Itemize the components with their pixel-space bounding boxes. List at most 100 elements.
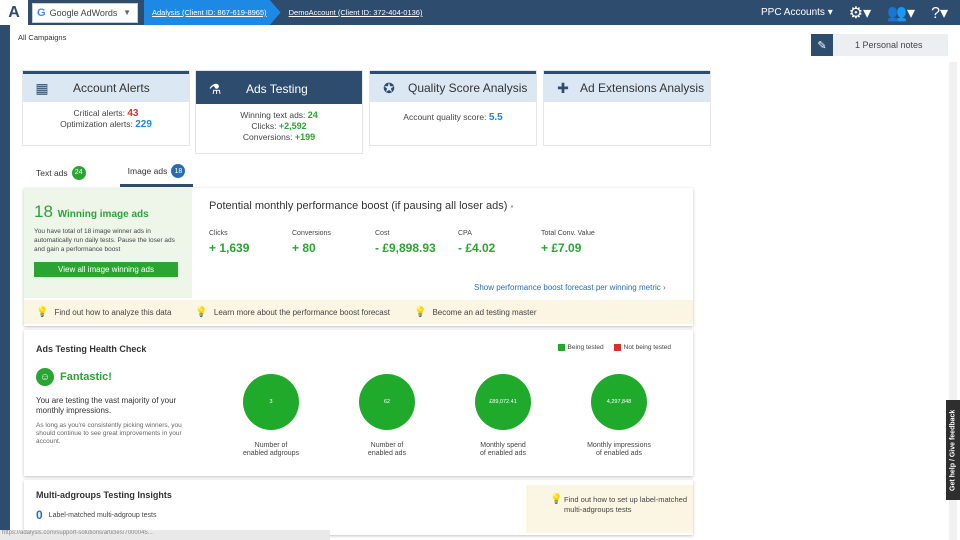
personal-notes-button[interactable]: ✎ 1 Personal notes bbox=[811, 34, 948, 56]
metric-label: Clicks bbox=[209, 230, 228, 237]
tab-image-ads[interactable]: Image ads 18 bbox=[119, 164, 194, 187]
app-logo[interactable]: A bbox=[0, 0, 28, 25]
tab-badge: 24 bbox=[71, 165, 86, 180]
breadcrumb-account[interactable]: DemoAccount (Client ID: 372-404-0136) bbox=[281, 0, 431, 25]
health-status-text: Fantastic! bbox=[60, 371, 112, 383]
personal-notes-label: 1 Personal notes bbox=[855, 40, 923, 50]
metric-cost: Cost - £9,898.93 bbox=[375, 230, 458, 255]
circle-adgroups: 3 Number of enabled adgroups bbox=[226, 374, 316, 458]
puzzle-icon: ✚ bbox=[557, 79, 569, 96]
gear-icon[interactable]: ⚙▾ bbox=[849, 3, 871, 23]
circle-label: enabled ads bbox=[367, 450, 407, 457]
circle-label: of enabled ads bbox=[596, 450, 642, 457]
health-status: ☺ Fantastic! bbox=[36, 368, 112, 386]
boost-title: Potential monthly performance boost (if … bbox=[209, 200, 513, 212]
insights-title: Multi-adgroups Testing Insights bbox=[36, 490, 172, 500]
tip-label: Become an ad testing master bbox=[432, 307, 537, 317]
boost-panel: 18 Winning image ads You have total of 1… bbox=[24, 188, 693, 326]
metric-label: CPA bbox=[458, 230, 472, 237]
tab-label: Image ads bbox=[127, 166, 168, 176]
legend-not-tested: Not being tested bbox=[613, 344, 671, 351]
circle-label: of enabled ads bbox=[480, 450, 526, 457]
health-desc: You are testing the vast majority of you… bbox=[36, 396, 177, 415]
all-campaigns-label[interactable]: All Campaigns bbox=[18, 33, 66, 42]
health-title: Ads Testing Health Check bbox=[36, 344, 147, 354]
lightbulb-icon: 💡 bbox=[36, 306, 49, 318]
metric-value: + 80 bbox=[292, 241, 316, 255]
help-icon[interactable]: ?▾ bbox=[931, 3, 948, 23]
clicks-label: Clicks: bbox=[251, 121, 277, 131]
circle-label: enabled adgroups bbox=[242, 450, 300, 457]
metric-label: Total Conv. Value bbox=[541, 230, 595, 237]
chevron-down-icon: ▼ bbox=[123, 8, 131, 17]
tip-forecast[interactable]: 💡 Learn more about the performance boost … bbox=[195, 307, 390, 318]
lightbulb-icon: 💡 bbox=[195, 306, 208, 318]
winners-title: Winning image ads bbox=[57, 209, 149, 220]
card-title: Quality Score Analysis bbox=[408, 81, 528, 95]
users-icon[interactable]: 👥▾ bbox=[887, 3, 915, 23]
metric-label: Cost bbox=[375, 230, 390, 237]
winners-count: 18 bbox=[34, 202, 53, 221]
insights-tip-label: Find out how to set up label-matched mul… bbox=[564, 495, 687, 514]
feedback-tab[interactable]: Get help / Give feedback bbox=[946, 400, 960, 500]
tab-badge: 18 bbox=[171, 164, 186, 178]
boost-title-text: Potential monthly performance boost (if … bbox=[209, 200, 508, 212]
insights-count-label: Label-matched multi-adgroup tests bbox=[48, 511, 157, 519]
metric-label: Conversions bbox=[292, 230, 331, 237]
info-icon[interactable]: ▪ bbox=[510, 202, 513, 211]
show-forecast-link[interactable]: Show performance boost forecast per winn… bbox=[474, 283, 666, 292]
breadcrumb-analysis[interactable]: Adalysis (Client ID: 867-619-8965) bbox=[144, 0, 281, 25]
legend-being-tested: Being tested bbox=[557, 344, 604, 351]
critical-value: 43 bbox=[127, 108, 139, 119]
card-account-alerts[interactable]: ▦ Account Alerts Critical alerts: 43 Opti… bbox=[22, 70, 190, 146]
lightbulb-icon: 💡 bbox=[550, 494, 563, 505]
optimization-label: Optimization alerts: bbox=[60, 119, 133, 129]
card-ads-testing[interactable]: ⚗ Ads Testing Winning text ads: 24 Clicks… bbox=[195, 70, 363, 154]
card-title: Account Alerts bbox=[73, 81, 150, 95]
insights-panel: Multi-adgroups Testing Insights 0 Label-m… bbox=[24, 480, 693, 535]
winners-desc: You have total of 18 image winner ads in… bbox=[34, 228, 175, 253]
metric-value: - £4.02 bbox=[458, 241, 496, 255]
metric-clicks: Clicks + 1,639 bbox=[209, 230, 292, 255]
card-quality-score[interactable]: ✪ Quality Score Analysis Account quality … bbox=[369, 70, 537, 146]
metric-cpa: CPA - £4.02 bbox=[458, 230, 541, 255]
card-ad-extensions[interactable]: ✚ Ad Extensions Analysis bbox=[543, 70, 711, 146]
top-bar: A G Google AdWords ▼ Adalysis (Client ID… bbox=[0, 0, 960, 25]
health-legend: Being tested Not being tested bbox=[557, 344, 671, 351]
alerts-icon: ▦ bbox=[35, 79, 49, 96]
show-forecast-label: Show performance boost forecast per winn… bbox=[474, 283, 661, 292]
circle-value: £89,072.41 bbox=[475, 374, 531, 430]
tip-label: Learn more about the performance boost f… bbox=[213, 307, 390, 317]
google-icon: G bbox=[37, 6, 46, 19]
ppc-accounts-menu[interactable]: PPC Accounts ▾ bbox=[761, 7, 833, 18]
quality-label: Account quality score: bbox=[403, 112, 487, 122]
tab-label: Text ads bbox=[36, 167, 68, 178]
conv-value: +199 bbox=[294, 132, 316, 142]
metric-value: + £7.09 bbox=[541, 241, 582, 255]
tip-analyze[interactable]: 💡 Find out how to analyze this data bbox=[36, 307, 171, 318]
adwords-label: Google AdWords bbox=[49, 7, 118, 18]
card-title: Ad Extensions Analysis bbox=[580, 81, 705, 95]
lightbulb-icon: 💡 bbox=[413, 306, 427, 318]
tip-master[interactable]: 💡 Become an ad testing master bbox=[414, 307, 537, 318]
insights-count-value: 0 bbox=[36, 508, 43, 522]
insights-tip[interactable]: 💡 Find out how to set up label-matched mu… bbox=[526, 485, 693, 533]
circle-impressions: 4,297,848 Monthly impressions of enabled a… bbox=[574, 374, 664, 458]
tab-text-ads[interactable]: Text ads 24 bbox=[28, 164, 94, 187]
test-tubes-icon: ⚗ bbox=[208, 80, 222, 97]
status-bar: https://adalysis.com/support-solutions/a… bbox=[0, 530, 330, 540]
winning-value: 24 bbox=[307, 110, 318, 120]
left-sidebar bbox=[0, 25, 10, 540]
adwords-dropdown[interactable]: G Google AdWords ▼ bbox=[32, 2, 138, 23]
conv-label: Conversions: bbox=[242, 132, 293, 142]
tips-bar: 💡 Find out how to analyze this data 💡 Lear… bbox=[24, 300, 693, 324]
metric-conv-value: Total Conv. Value + £7.09 bbox=[541, 230, 624, 255]
chevron-right-icon: › bbox=[663, 283, 666, 292]
winning-label: Winning text ads: bbox=[240, 110, 306, 120]
circle-spend: £89,072.41 Monthly spend of enabled ads bbox=[458, 374, 548, 458]
critical-label: Critical alerts: bbox=[73, 108, 125, 118]
view-winning-ads-button[interactable]: View all image winning ads bbox=[34, 262, 178, 277]
circle-value: 62 bbox=[359, 374, 415, 430]
quality-value: 5.5 bbox=[488, 112, 503, 123]
circle-label: Monthly impressions bbox=[587, 442, 651, 449]
